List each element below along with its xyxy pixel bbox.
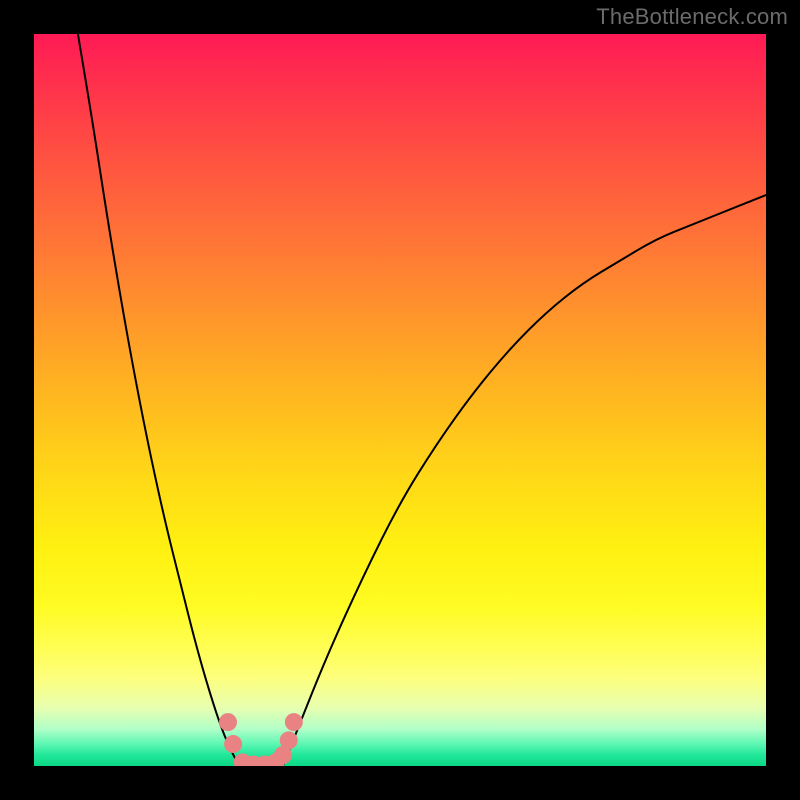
curve-left-branch [78, 34, 239, 766]
chart-frame: TheBottleneck.com [0, 0, 800, 800]
marker-dots [219, 713, 303, 766]
plot-area [34, 34, 766, 766]
marker-dot [224, 735, 242, 753]
marker-dot [285, 713, 303, 731]
watermark-label: TheBottleneck.com [596, 4, 788, 30]
curve-layer [34, 34, 766, 766]
marker-dot [280, 731, 298, 749]
marker-dot [219, 713, 237, 731]
curve-right-branch [283, 195, 766, 766]
